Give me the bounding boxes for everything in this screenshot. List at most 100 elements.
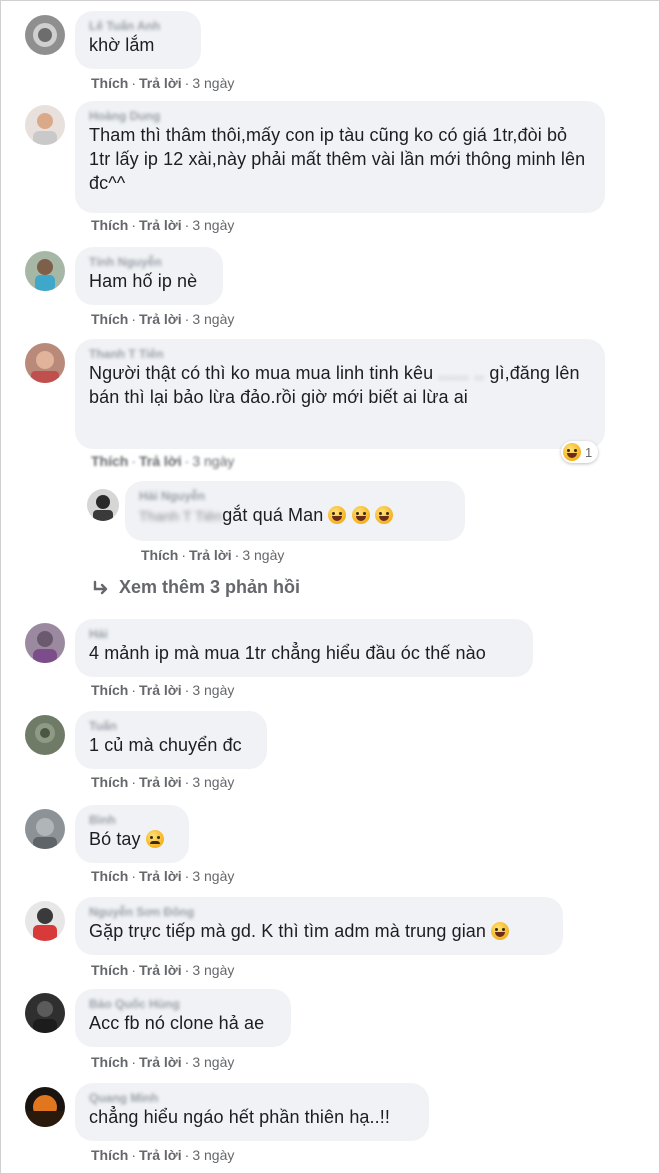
comment-time[interactable]: 3 ngày xyxy=(192,774,234,790)
comment-bubble: Hải Nguyễn Thanh T Tiêngắt quá Man xyxy=(125,481,465,541)
comment-actions: Thích · Trả lời · 3 ngày xyxy=(141,547,285,563)
comment-text: Gặp trực tiếp mà gd. K thì tìm adm mà tr… xyxy=(89,919,549,943)
hidden-text: ...... .. xyxy=(438,363,485,383)
comment-time[interactable]: 3 ngày xyxy=(192,1054,234,1070)
comment-bubble: Thanh T Tiên Người thật có thì ko mua mu… xyxy=(75,339,605,449)
comment-actions: Thích · Trả lời · 3 ngày xyxy=(91,75,235,91)
comment-text: 4 mảnh ip mà mua 1tr chẳng hiểu đầu óc t… xyxy=(89,643,486,663)
avatar[interactable] xyxy=(25,15,65,55)
comment-time[interactable]: 3 ngày xyxy=(242,547,284,563)
comment-author[interactable]: Hải Nguyễn xyxy=(139,489,451,503)
avatar[interactable] xyxy=(25,715,65,755)
avatar[interactable] xyxy=(25,1087,65,1127)
avatar[interactable] xyxy=(87,489,119,521)
reply-button[interactable]: Trả lời xyxy=(139,311,182,327)
avatar[interactable] xyxy=(25,901,65,941)
like-button[interactable]: Thích xyxy=(91,774,128,790)
comment-text: khờ lắm xyxy=(89,35,155,55)
comment-actions: Thích · Trả lời · 3 ngày xyxy=(91,311,235,327)
comment-actions: Thích · Trả lời · 3 ngày xyxy=(91,868,235,884)
comment-bubble: Tuấn 1 củ mà chuyển đc xyxy=(75,711,267,769)
comments-panel: Lê Tuấn Anh khờ lắm Thích · Trả lời · 3 ngày… xyxy=(0,0,660,1174)
reply-arrow-icon xyxy=(93,580,108,594)
comment-time[interactable]: 3 ngày xyxy=(192,453,234,469)
reply-button[interactable]: Trả lời xyxy=(139,774,182,790)
comment-text: Người thật có thì ko mua mua linh tinh k… xyxy=(89,363,580,407)
comment-author[interactable]: Hoàng Dung xyxy=(89,109,591,123)
comment-bubble: Hoàng Dung Tham thì thâm thôi,mấy con ip… xyxy=(75,101,605,213)
like-button[interactable]: Thích xyxy=(91,962,128,978)
comment-actions: Thích · Trả lời · 3 ngày xyxy=(91,1147,235,1163)
rofl-emoji-icon xyxy=(328,506,347,524)
comment-time[interactable]: 3 ngày xyxy=(192,962,234,978)
avatar[interactable] xyxy=(25,809,65,849)
comment-time[interactable]: 3 ngày xyxy=(192,217,234,233)
more-replies-link[interactable]: Xem thêm 3 phản hồi xyxy=(91,577,300,598)
reply-button[interactable]: Trả lời xyxy=(139,1054,182,1070)
like-button[interactable]: Thích xyxy=(91,453,128,469)
reply-button[interactable]: Trả lời xyxy=(139,75,182,91)
comment-author[interactable]: Tính Nguyễn xyxy=(89,255,209,269)
like-button[interactable]: Thích xyxy=(91,217,128,233)
like-button[interactable]: Thích xyxy=(91,868,128,884)
avatar[interactable] xyxy=(25,251,65,291)
reply-button[interactable]: Trả lời xyxy=(189,547,232,563)
comment-time[interactable]: 3 ngày xyxy=(192,1147,234,1163)
reply-button[interactable]: Trả lời xyxy=(139,453,182,469)
comment-author[interactable]: Thanh T Tiên xyxy=(89,347,591,361)
avatar[interactable] xyxy=(25,993,65,1033)
rofl-emoji-icon xyxy=(351,506,370,524)
rofl-emoji-icon xyxy=(374,506,393,524)
comment-bubble: Quang Minh chẳng hiểu ngáo hết phần thiê… xyxy=(75,1083,429,1141)
comment-bubble: Bảo Quốc Hùng Acc fb nó clone hả ae xyxy=(75,989,291,1047)
comment-bubble: Nguyễn Sơn Đông Gặp trực tiếp mà gd. K t… xyxy=(75,897,563,955)
comment-actions: Thích · Trả lời · 3 ngày xyxy=(91,682,235,698)
grin-emoji-icon xyxy=(491,922,510,940)
comment-actions: Thích · Trả lời · 3 ngày xyxy=(91,453,235,469)
comment-bubble: Tính Nguyễn Ham hố ip nè xyxy=(75,247,223,305)
comment-time[interactable]: 3 ngày xyxy=(192,311,234,327)
avatar[interactable] xyxy=(25,343,65,383)
reply-button[interactable]: Trả lời xyxy=(139,682,182,698)
comment-time[interactable]: 3 ngày xyxy=(192,682,234,698)
comment-bubble: Bình Bó tay xyxy=(75,805,189,863)
comment-author[interactable]: Tuấn xyxy=(89,719,253,733)
haha-emoji-icon xyxy=(563,443,581,461)
avatar[interactable] xyxy=(25,623,65,663)
reply-button[interactable]: Trả lời xyxy=(139,868,182,884)
comment-text: Ham hố ip nè xyxy=(89,271,198,291)
comment-time[interactable]: 3 ngày xyxy=(192,868,234,884)
like-button[interactable]: Thích xyxy=(141,547,178,563)
comment-author[interactable]: Hải xyxy=(89,627,519,641)
avatar[interactable] xyxy=(25,105,65,145)
comment-author[interactable]: Lê Tuấn Anh xyxy=(89,19,187,33)
comment-author[interactable]: Bảo Quốc Hùng xyxy=(89,997,277,1011)
comment-author[interactable]: Nguyễn Sơn Đông xyxy=(89,905,549,919)
reply-button[interactable]: Trả lời xyxy=(139,1147,182,1163)
comment-time[interactable]: 3 ngày xyxy=(192,75,234,91)
comment-bubble: Hải 4 mảnh ip mà mua 1tr chẳng hiểu đầu … xyxy=(75,619,533,677)
mention-link[interactable]: Thanh T Tiên xyxy=(139,508,222,524)
reaction-count: 1 xyxy=(585,444,593,460)
comment-text: Thanh T Tiêngắt quá Man xyxy=(139,503,451,528)
like-button[interactable]: Thích xyxy=(91,1054,128,1070)
reaction-badge[interactable]: 1 xyxy=(561,441,599,463)
comment-text: chẳng hiểu ngáo hết phần thiên hạ..!! xyxy=(89,1107,390,1127)
like-button[interactable]: Thích xyxy=(91,682,128,698)
like-button[interactable]: Thích xyxy=(91,75,128,91)
comment-author[interactable]: Bình xyxy=(89,813,175,827)
comment-actions: Thích · Trả lời · 3 ngày xyxy=(91,217,235,233)
reply-button[interactable]: Trả lời xyxy=(139,217,182,233)
reply-button[interactable]: Trả lời xyxy=(139,962,182,978)
comment-author[interactable]: Quang Minh xyxy=(89,1091,415,1105)
comment-actions: Thích · Trả lời · 3 ngày xyxy=(91,962,235,978)
comment-text: Tham thì thâm thôi,mấy con ip tàu cũng k… xyxy=(89,125,586,193)
comment-text: Acc fb nó clone hả ae xyxy=(89,1013,265,1033)
like-button[interactable]: Thích xyxy=(91,311,128,327)
comment-text: Bó tay xyxy=(89,827,175,851)
comment-actions: Thích · Trả lời · 3 ngày xyxy=(91,774,235,790)
like-button[interactable]: Thích xyxy=(91,1147,128,1163)
comment-actions: Thích · Trả lời · 3 ngày xyxy=(91,1054,235,1070)
comment-bubble: Lê Tuấn Anh khờ lắm xyxy=(75,11,201,69)
more-replies-label: Xem thêm 3 phản hồi xyxy=(119,577,301,597)
